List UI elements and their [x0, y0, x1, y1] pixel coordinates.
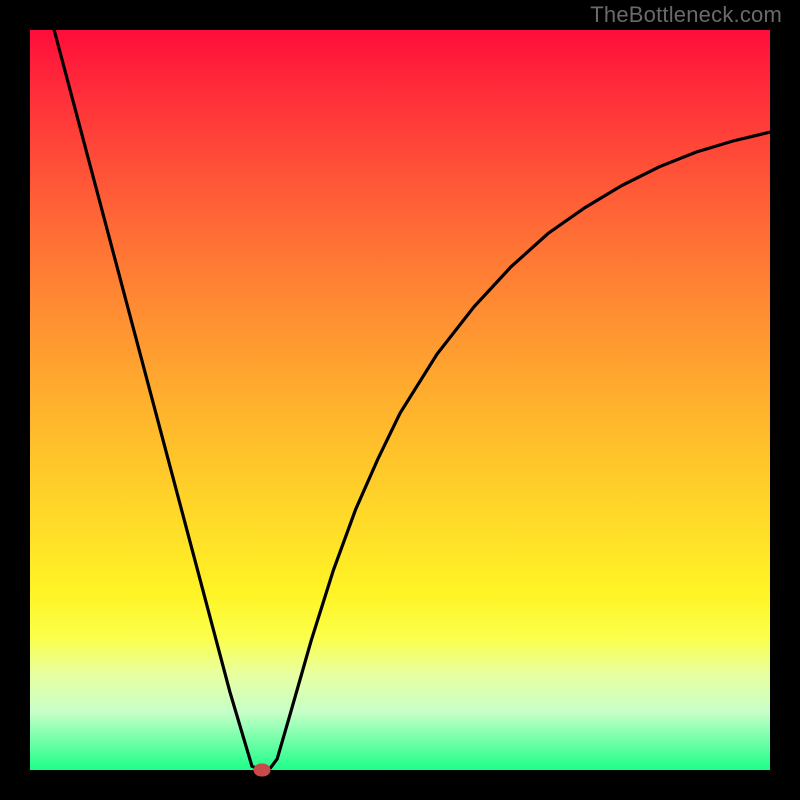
attribution-text: TheBottleneck.com — [590, 2, 782, 28]
bottleneck-curve-svg — [30, 30, 770, 770]
minimum-marker — [253, 764, 270, 777]
plot-area — [30, 30, 770, 770]
bottleneck-curve-path — [52, 30, 770, 770]
chart-frame: TheBottleneck.com — [0, 0, 800, 800]
